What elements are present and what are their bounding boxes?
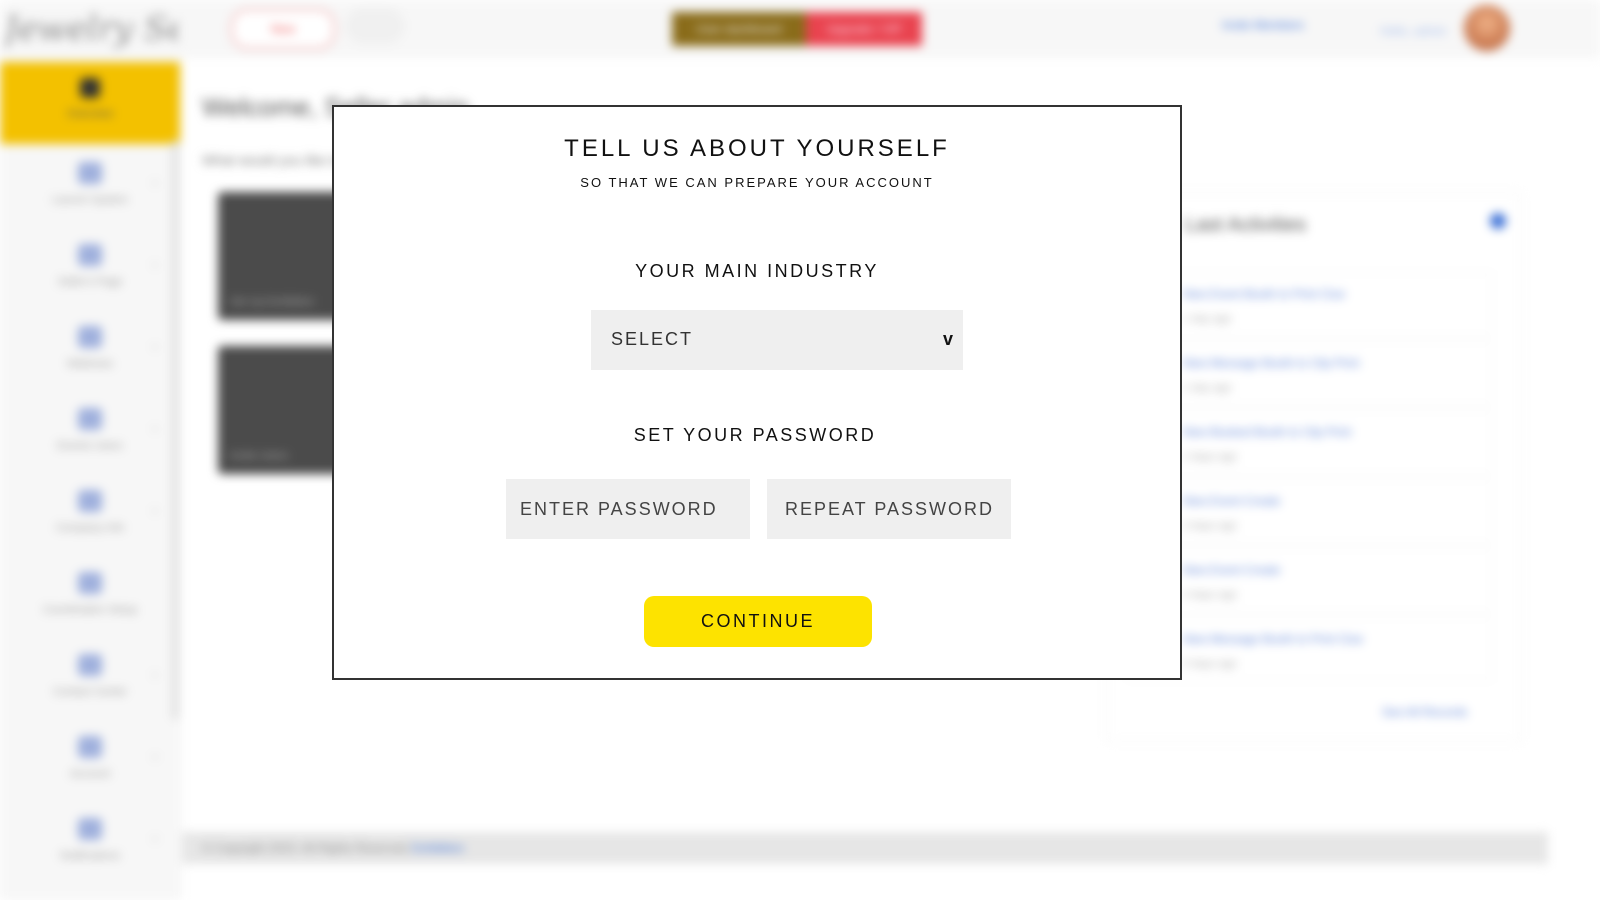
sidebar: Jewelry Sellers Overview Launch System S… bbox=[0, 0, 182, 900]
password-heading: SET YOUR PASSWORD bbox=[633, 425, 877, 445]
new-button[interactable]: New bbox=[230, 8, 336, 50]
sidebar-item-label: Seller's Page bbox=[57, 276, 123, 288]
sidebar-item-launch[interactable]: Launch System bbox=[0, 146, 180, 228]
list-item[interactable]: New Event Booth to Print Clue 1 day ago bbox=[1128, 272, 1492, 336]
see-all-link[interactable]: See All Records bbox=[1382, 705, 1467, 719]
sidebar-item-label: Webinars bbox=[66, 358, 114, 370]
sidebar-item-label: Events Users bbox=[57, 440, 123, 452]
repeat-password-input[interactable] bbox=[767, 479, 1011, 539]
card-caption: Invite Users bbox=[230, 450, 289, 462]
sidebar-item-company-info[interactable]: Company Info bbox=[0, 474, 180, 556]
invite-members-link[interactable]: Invite Members bbox=[1222, 18, 1304, 32]
sidebar-item-label: Notifications bbox=[60, 850, 120, 862]
list-item[interactable]: New Message Booth to Print Clue 5 days a… bbox=[1128, 617, 1492, 681]
card-caption: Set Up Exhibition bbox=[230, 296, 315, 308]
upgrade-button[interactable]: Upgrade / VIP bbox=[806, 12, 922, 46]
secondary-button[interactable] bbox=[345, 8, 405, 44]
list-item[interactable]: New Booked Booth to Clip Print 2 days ag… bbox=[1128, 410, 1492, 474]
users-icon bbox=[78, 408, 102, 430]
sidebar-item-notifications[interactable]: Notifications bbox=[0, 802, 180, 884]
sidebar-scrollbar[interactable] bbox=[172, 140, 178, 720]
copyright-text: © Copyright 2023. All Rights Reserved. bbox=[202, 841, 411, 855]
home-icon bbox=[80, 78, 100, 98]
webinar-icon bbox=[78, 326, 102, 348]
onboarding-modal: TELL US ABOUT YOURSELF SO THAT WE CAN PR… bbox=[332, 105, 1182, 680]
list-item[interactable]: New Event Create 3 days ago bbox=[1128, 479, 1492, 543]
user-dashboard-button[interactable]: User dashboard bbox=[672, 12, 806, 46]
footer: © Copyright 2023. All Rights Reserved. E… bbox=[182, 832, 1548, 864]
sidebar-item-account[interactable]: Account bbox=[0, 720, 180, 802]
account-link[interactable]: Hello, admin bbox=[1380, 24, 1447, 38]
modal-title: TELL US ABOUT YOURSELF bbox=[564, 135, 950, 162]
sidebar-item-label: Coordination Setup bbox=[42, 604, 138, 616]
sidebar-item-label: Account bbox=[70, 768, 110, 780]
sidebar-item-label: Launch System bbox=[52, 194, 128, 206]
sidebar-item-webinars[interactable]: Webinars bbox=[0, 310, 180, 392]
logo: Jewelry Sellers bbox=[4, 9, 179, 49]
footer-link[interactable]: Exhibition bbox=[412, 841, 464, 855]
sidebar-item-coordination[interactable]: Coordination Setup bbox=[0, 556, 180, 638]
sidebar-item-label: Contact Center bbox=[53, 686, 127, 698]
contact-icon bbox=[78, 654, 102, 676]
avatar[interactable] bbox=[1464, 5, 1510, 51]
sidebar-item-events-users[interactable]: Events Users bbox=[0, 392, 180, 474]
modal-subtitle: SO THAT WE CAN PREPARE YOUR ACCOUNT bbox=[580, 175, 934, 190]
industry-select-value: SELECT bbox=[611, 329, 694, 349]
grid-icon bbox=[78, 572, 102, 594]
document-icon bbox=[78, 818, 102, 840]
sidebar-item-sellers-page[interactable]: Seller's Page bbox=[0, 228, 180, 310]
panel-title: Last Activities bbox=[1185, 214, 1307, 236]
list-item[interactable]: New Message Booth to Clip Print 1 day ag… bbox=[1128, 341, 1492, 405]
building-icon bbox=[78, 490, 102, 512]
industry-heading: YOUR MAIN INDUSTRY bbox=[635, 261, 879, 281]
user-icon bbox=[78, 736, 102, 758]
password-input[interactable] bbox=[506, 479, 750, 539]
add-icon[interactable] bbox=[1490, 213, 1506, 229]
list-item[interactable]: New Event Create 4 days ago bbox=[1128, 548, 1492, 612]
share-icon bbox=[78, 162, 102, 184]
page-icon bbox=[78, 244, 102, 266]
sidebar-item-contact-center[interactable]: Contact Center bbox=[0, 638, 180, 720]
sidebar-item-label: Overview bbox=[67, 108, 113, 120]
chevron-down-icon: v bbox=[942, 329, 953, 349]
continue-button[interactable]: CONTINUE bbox=[644, 596, 872, 647]
sidebar-item-overview[interactable]: Overview bbox=[0, 62, 180, 144]
industry-select[interactable]: SELECT v bbox=[591, 310, 963, 370]
sidebar-item-label: Company Info bbox=[55, 522, 125, 534]
